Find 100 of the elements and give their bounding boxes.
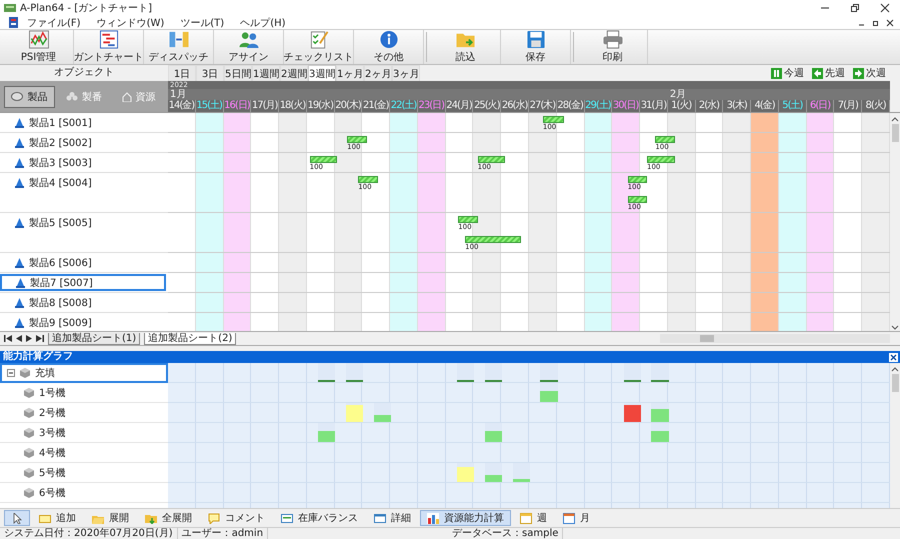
task-bar[interactable] [655, 136, 675, 143]
resource-row[interactable]: 1号機 [0, 383, 168, 403]
toolbar-button[interactable] [4, 510, 30, 526]
product-row[interactable]: 製品6 [S006] [0, 254, 166, 271]
task-bar[interactable] [347, 136, 367, 143]
resource-row[interactable]: 3号機 [0, 423, 168, 443]
close-icon[interactable] [889, 352, 898, 362]
period-tab[interactable]: 1週間 [252, 65, 280, 81]
task-bar[interactable] [478, 156, 506, 163]
product-icon [15, 158, 24, 168]
vertical-scrollbar[interactable] [890, 363, 900, 508]
toolbar-button[interactable]: アサイン [214, 30, 284, 64]
day-header: 29(土) [584, 100, 612, 112]
period-tab[interactable]: 5日間 [224, 65, 252, 81]
toolbar-button[interactable]: 在庫バランス [274, 510, 365, 526]
period-tab[interactable]: 3週間 [308, 65, 336, 81]
toolbar-button[interactable]: ガントチャート [74, 30, 144, 64]
nav-button[interactable]: 今週 [767, 65, 808, 81]
toolbar-button[interactable]: コメント [201, 510, 272, 526]
sheet-tab[interactable]: 追加製品シート(2) [144, 332, 236, 344]
previous-icon[interactable] [16, 335, 22, 342]
scroll-thumb[interactable] [700, 335, 714, 342]
toolbar-button[interactable]: ディスパッチ [144, 30, 214, 64]
product-row[interactable]: 製品7 [S007] [0, 274, 166, 291]
folder-icon [145, 512, 157, 524]
toolbar-button[interactable]: 月 [556, 510, 597, 526]
product-icon [15, 118, 24, 128]
next-icon[interactable] [26, 335, 32, 342]
object-tab[interactable]: 製品 [4, 86, 55, 108]
resource-row[interactable]: 充填 [0, 363, 168, 383]
nav-button[interactable]: 先週 [808, 65, 849, 81]
pause-icon [771, 68, 782, 78]
task-bar[interactable] [358, 176, 378, 183]
period-tab[interactable]: 3ヶ月 [392, 65, 420, 81]
task-bar[interactable] [628, 196, 648, 203]
product-row[interactable]: 製品1 [S001] [0, 114, 166, 131]
scroll-up-icon[interactable] [891, 116, 899, 122]
menu-item[interactable]: ヘルプ(H) [236, 16, 294, 30]
toolbar-button[interactable]: チェックリスト [284, 30, 354, 64]
day-header: 15(土) [196, 100, 224, 112]
menu-item[interactable]: ツール(T) [176, 16, 232, 30]
horizontal-scrollbar[interactable] [660, 334, 890, 343]
window-title: A-Plan64 - [ガントチャート] [20, 2, 152, 15]
toolbar-button[interactable]: 印刷 [578, 30, 648, 64]
collapse-icon[interactable] [7, 369, 15, 377]
sheet-tab[interactable]: 追加製品シート(1) [48, 332, 140, 344]
period-tab[interactable]: 1日 [168, 65, 196, 81]
save-icon [524, 30, 546, 49]
toolbar-button[interactable]: 全展開 [138, 510, 199, 526]
close-icon[interactable] [886, 18, 894, 26]
toolbar-button[interactable]: 読込 [431, 30, 501, 64]
first-icon[interactable] [4, 335, 12, 342]
close-icon[interactable] [880, 3, 890, 13]
cube-icon [24, 448, 34, 458]
task-bar[interactable] [628, 176, 648, 183]
product-row[interactable]: 製品5 [S005] [0, 214, 166, 231]
info-icon [378, 30, 400, 49]
day-header: 28(金) [556, 100, 585, 112]
period-tab[interactable]: 3日 [196, 65, 224, 81]
toolbar-button[interactable]: その他 [354, 30, 424, 64]
period-tab[interactable]: 2ヶ月 [364, 65, 392, 81]
resource-row[interactable]: 2号機 [0, 403, 168, 423]
toolbar-button[interactable]: PSI管理 [4, 30, 74, 64]
toolbar-button[interactable]: 保存 [501, 30, 571, 64]
last-icon[interactable] [36, 335, 44, 342]
status-text: システム日付：2020年07月20日(月) [0, 528, 178, 539]
scroll-down-icon[interactable] [891, 325, 899, 331]
status-text: ユーザー：admin [178, 528, 268, 539]
product-icon [15, 258, 24, 268]
menu-item[interactable]: ウィンドウ(W) [92, 16, 172, 30]
product-row[interactable]: 製品9 [S009] [0, 314, 166, 331]
resource-row[interactable]: 6号機 [0, 483, 168, 503]
product-icon [15, 318, 24, 328]
toolbar-button[interactable]: 詳細 [367, 510, 418, 526]
comment-icon [208, 512, 220, 524]
task-bar[interactable] [542, 116, 564, 123]
day-header: 18(火) [279, 100, 307, 112]
task-bar[interactable] [647, 156, 675, 163]
product-row[interactable]: 製品4 [S004] [0, 174, 166, 191]
restore-icon[interactable] [850, 3, 860, 13]
menu-item[interactable]: ファイル(F) [23, 16, 89, 30]
scroll-up-icon[interactable] [891, 366, 899, 372]
toolbar-button[interactable]: 資源能力計算 [420, 510, 511, 526]
toolbar-button[interactable]: 週 [513, 510, 554, 526]
toolbar-button[interactable]: 追加 [32, 510, 83, 526]
scroll-thumb[interactable] [892, 374, 898, 392]
resource-row[interactable]: 4号機 [0, 443, 168, 463]
restore-icon[interactable] [872, 18, 880, 26]
product-row[interactable]: 製品2 [S002] [0, 134, 166, 151]
toolbar-button[interactable]: 展開 [85, 510, 136, 526]
period-tab[interactable]: 2週間 [280, 65, 308, 81]
resource-row[interactable]: 5号機 [0, 463, 168, 483]
period-tab[interactable]: 1ヶ月 [336, 65, 364, 81]
nav-button[interactable]: 次週 [849, 65, 890, 81]
product-row[interactable]: 製品8 [S008] [0, 294, 166, 311]
task-bar[interactable] [458, 216, 478, 223]
task-bar[interactable] [310, 156, 338, 163]
scroll-thumb[interactable] [892, 124, 898, 142]
task-bar[interactable] [465, 236, 521, 243]
product-row[interactable]: 製品3 [S003] [0, 154, 166, 171]
